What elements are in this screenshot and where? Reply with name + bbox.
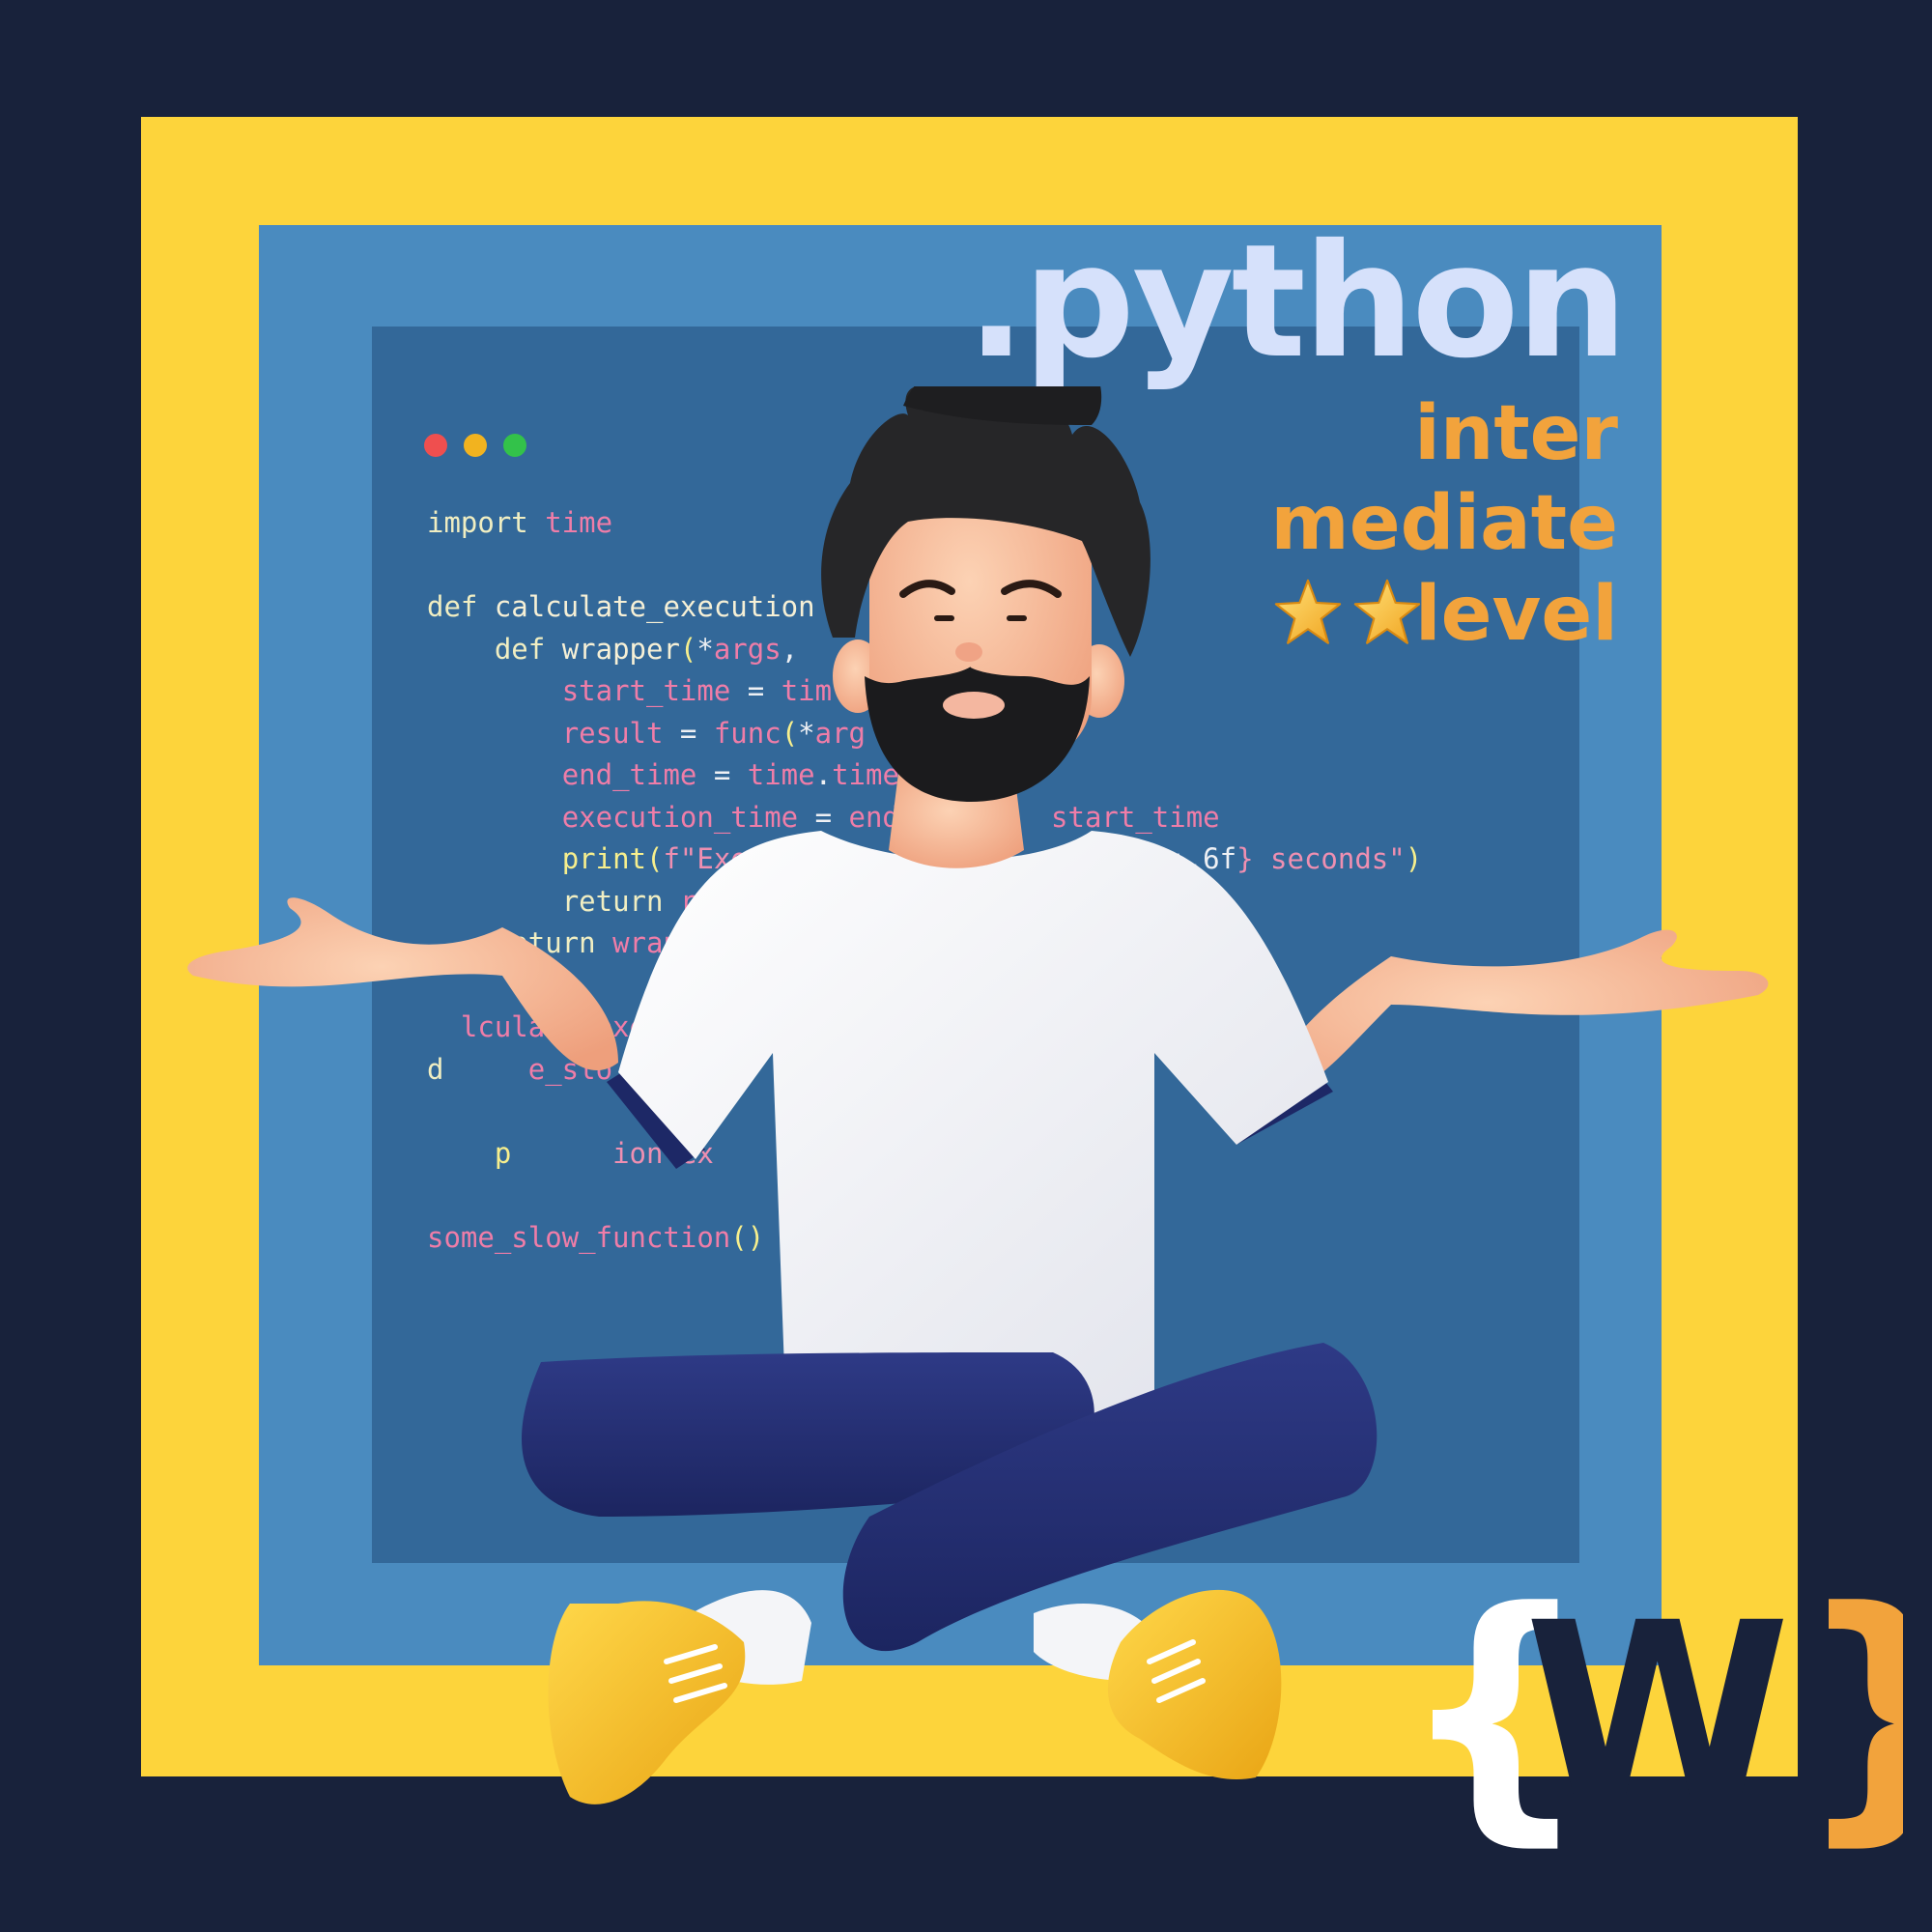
course-title: .python	[966, 212, 1628, 393]
logo-close-brace: }	[1795, 1573, 1903, 1853]
brand-logo: { W }	[1399, 1573, 1903, 1853]
logo-letter: W	[1524, 1573, 1791, 1852]
